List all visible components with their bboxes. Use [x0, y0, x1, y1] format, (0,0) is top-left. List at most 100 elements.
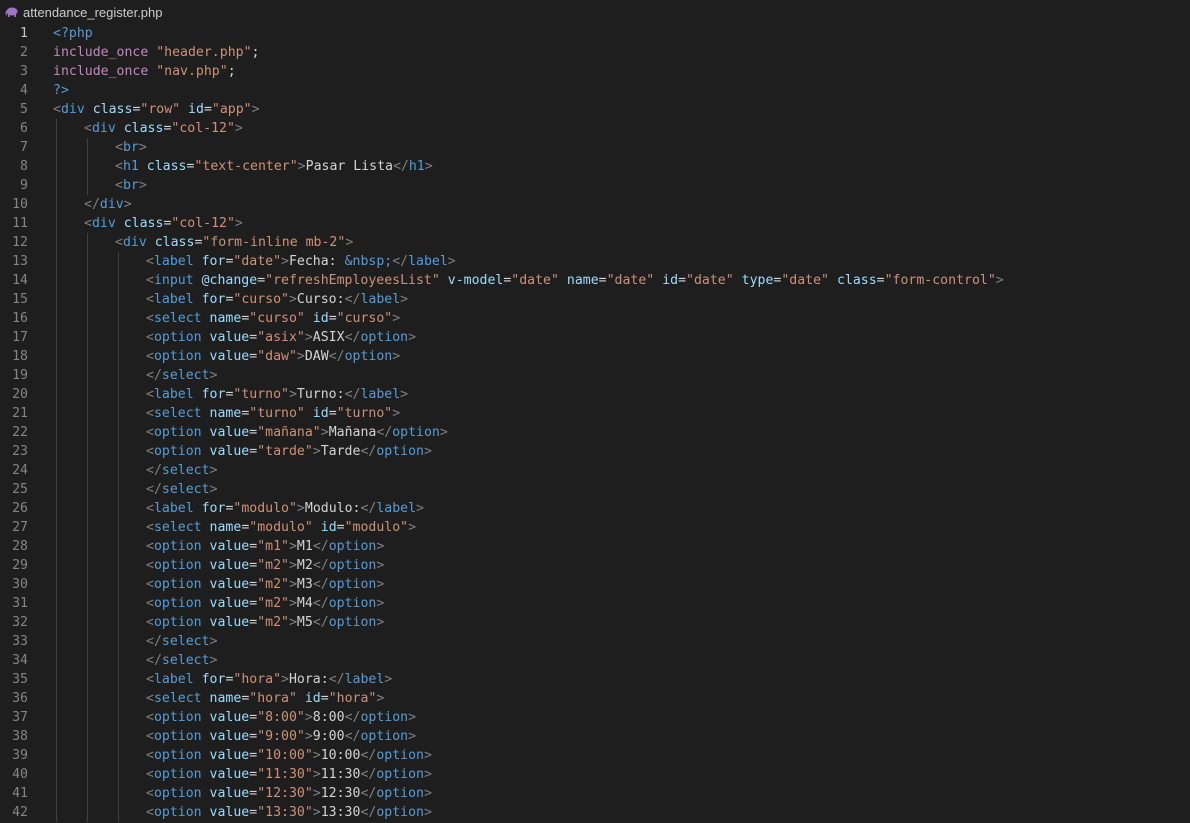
code-line[interactable]: 3 include_once "nav.php";	[0, 62, 1190, 81]
code-line[interactable]: 40 <option value="11:30">11:30</option>	[0, 765, 1190, 784]
code-line[interactable]: 7 <br>	[0, 138, 1190, 157]
code-line[interactable]: 4 ?>	[0, 81, 1190, 100]
code-line[interactable]: 37 <option value="8:00">8:00</option>	[0, 708, 1190, 727]
code-line[interactable]: 38 <option value="9:00">9:00</option>	[0, 727, 1190, 746]
token-punc: <	[146, 387, 154, 402]
token-punc: >	[995, 273, 1004, 288]
code-line[interactable]: 39 <option value="10:00">10:00</option>	[0, 746, 1190, 765]
token-tag: option	[153, 330, 202, 345]
code-line[interactable]: 11 <div class="col-12">	[0, 214, 1190, 233]
code-text: </select>	[146, 366, 217, 385]
code-editor[interactable]: 1 <?php 2 include_once "header.php"; 3 includ…	[0, 24, 1190, 822]
code-line[interactable]: 31 <option value="m2">M4</option>	[0, 594, 1190, 613]
token-tag: select	[153, 311, 202, 326]
code-line[interactable]: 35 <label for="hora">Hora:</label>	[0, 670, 1190, 689]
token-tag: label	[408, 254, 448, 269]
code-line[interactable]: 21 <select name="turno" id="turno">	[0, 404, 1190, 423]
code-line[interactable]: 17 <option value="asix">ASIX</option>	[0, 328, 1190, 347]
code-line[interactable]: 5 <div class="row" id="app">	[0, 100, 1190, 119]
code-line[interactable]: 41 <option value="12:30">12:30</option>	[0, 784, 1190, 803]
code-line[interactable]: 22 <option value="mañana">Mañana</option>	[0, 423, 1190, 442]
code-line[interactable]: 1 <?php	[0, 24, 1190, 43]
line-number: 32	[12, 615, 28, 630]
token-punc: >	[138, 178, 147, 193]
indent-guide	[56, 613, 57, 632]
token-punc: >	[376, 577, 385, 592]
code-line[interactable]: 27 <select name="modulo" id="modulo">	[0, 518, 1190, 537]
code-line[interactable]: 24 </select>	[0, 461, 1190, 480]
line-number: 6	[20, 121, 28, 136]
indent-guide	[56, 442, 57, 461]
token-txt: =	[320, 691, 329, 706]
token-str: "m1"	[257, 539, 289, 554]
code-line[interactable]: 12 <div class="form-inline mb-2">	[0, 233, 1190, 252]
token-punc: >	[312, 786, 321, 801]
token-attr: name	[209, 406, 242, 421]
token-punc: >	[408, 729, 417, 744]
code-line[interactable]: 23 <option value="tarde">Tarde</option>	[0, 442, 1190, 461]
code-line[interactable]: 2 include_once "header.php";	[0, 43, 1190, 62]
code-line[interactable]: 42 <option value="13:30">13:30</option>	[0, 803, 1190, 822]
token-txt: Hora:	[288, 672, 329, 687]
indent-guide	[118, 537, 119, 556]
code-line[interactable]: 18 <option value="daw">DAW</option>	[0, 347, 1190, 366]
indent-guide	[118, 442, 119, 461]
code-line[interactable]: 29 <option value="m2">M2</option>	[0, 556, 1190, 575]
token-punc: <	[146, 501, 154, 516]
token-tag: option	[153, 558, 202, 573]
token-attr: @change	[201, 273, 258, 288]
token-punc: <	[146, 672, 154, 687]
token-str: "form-inline mb-2"	[202, 235, 346, 250]
indent-guide	[56, 252, 57, 271]
code-line[interactable]: 33 </select>	[0, 632, 1190, 651]
token-punc: >	[281, 254, 289, 269]
code-line[interactable]: 20 <label for="turno">Turno:</label>	[0, 385, 1190, 404]
code-line[interactable]: 34 </select>	[0, 651, 1190, 670]
token-txt: =	[249, 710, 258, 725]
code-line[interactable]: 6 <div class="col-12">	[0, 119, 1190, 138]
token-punc: </	[344, 729, 361, 744]
code-line[interactable]: 30 <option value="m2">M3</option>	[0, 575, 1190, 594]
code-line[interactable]: 28 <option value="m1">M1</option>	[0, 537, 1190, 556]
token-attr: class	[92, 102, 133, 117]
code-line[interactable]: 26 <label for="modulo">Modulo:</label>	[0, 499, 1190, 518]
code-line[interactable]: 14 <input @change="refreshEmployeesList" …	[0, 271, 1190, 290]
token-punc: >	[251, 102, 260, 117]
token-txt: =	[249, 767, 258, 782]
token-punc: <	[53, 102, 61, 117]
code-text: <label for="date">Fecha: &nbsp;</label>	[146, 252, 456, 271]
line-number: 21	[12, 406, 28, 421]
token-punc: </	[312, 596, 329, 611]
code-line[interactable]: 9 <br>	[0, 176, 1190, 195]
code-line[interactable]: 16 <select name="curso" id="curso">	[0, 309, 1190, 328]
code-line[interactable]: 25 </select>	[0, 480, 1190, 499]
code-line[interactable]: 15 <label for="curso">Curso:</label>	[0, 290, 1190, 309]
token-tag: select	[161, 463, 210, 478]
token-punc: >	[376, 596, 385, 611]
file-breadcrumb[interactable]: attendance_register.php	[0, 0, 1190, 24]
code-line[interactable]: 19 </select>	[0, 366, 1190, 385]
token-punc: >	[423, 767, 432, 782]
token-punc: </	[344, 330, 361, 345]
token-punc: <	[146, 254, 154, 269]
token-punc: >	[234, 216, 243, 231]
token-tag: div	[99, 197, 124, 212]
code-line[interactable]: 10 </div>	[0, 195, 1190, 214]
token-tag: label	[360, 387, 401, 402]
code-text: <div class="form-inline mb-2">	[115, 233, 353, 252]
token-punc: >	[400, 387, 409, 402]
code-line[interactable]: 32 <option value="m2">M5</option>	[0, 613, 1190, 632]
indent-guide	[56, 290, 57, 309]
code-line[interactable]: 8 <h1 class="text-center">Pasar Lista</h1…	[0, 157, 1190, 176]
indent-guide	[56, 727, 57, 746]
code-line[interactable]: 36 <select name="hora" id="hora">	[0, 689, 1190, 708]
token-punc: <	[115, 159, 123, 174]
indent-guide	[56, 176, 57, 195]
code-line[interactable]: 13 <label for="date">Fecha: &nbsp;</label…	[0, 252, 1190, 271]
indent-guide	[56, 632, 57, 651]
